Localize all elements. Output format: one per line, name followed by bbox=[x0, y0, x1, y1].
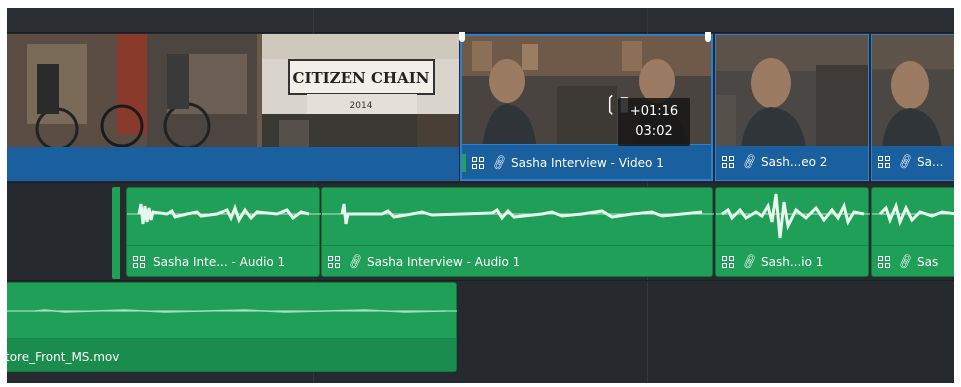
trim-handle-right[interactable] bbox=[705, 32, 711, 42]
link-icon: 🔗︎ bbox=[739, 152, 760, 171]
multicam-icon bbox=[472, 156, 485, 170]
link-icon: 🔗︎ bbox=[345, 252, 366, 271]
track-separator bbox=[7, 280, 954, 281]
clip-label-bar bbox=[7, 147, 459, 181]
multicam-icon bbox=[878, 255, 891, 269]
audio-clip-sasha-1a[interactable]: Sasha Inte... - Audio 1 bbox=[126, 187, 321, 277]
clip-label: Sasha Interview - Audio 1 bbox=[367, 255, 521, 269]
timeline-panel[interactable]: CITIZEN CHAIN 2014 🔗︎ Sasha Interview - … bbox=[0, 0, 961, 387]
audio-clip-store-front[interactable]: tore_Front_MS.mov bbox=[7, 282, 457, 372]
clip-label-bar: 🔗︎ Sasha Interview - Video 1 bbox=[462, 144, 711, 179]
frame-left bbox=[0, 0, 7, 387]
clip-thumbnails bbox=[872, 35, 954, 148]
timeline-background: CITIZEN CHAIN 2014 🔗︎ Sasha Interview - … bbox=[7, 8, 954, 383]
audio-waveform bbox=[716, 193, 870, 239]
audio-waveform bbox=[322, 203, 714, 225]
clip-label: tore_Front_MS.mov bbox=[7, 350, 120, 364]
frame-top bbox=[0, 0, 961, 8]
trim-tooltip: +01:16 03:02 bbox=[618, 98, 690, 146]
multicam-icon bbox=[328, 255, 341, 269]
link-icon: 🔗︎ bbox=[739, 252, 760, 271]
video-clip-sasha-interview-2[interactable]: 🔗︎ Sash...eo 2 bbox=[715, 34, 869, 181]
clip-label-bar: 🔗︎ Sash...io 1 bbox=[716, 245, 868, 276]
audio-waveform bbox=[7, 309, 457, 313]
audio-waveform bbox=[872, 201, 954, 227]
thumbnail-sign-text: CITIZEN CHAIN bbox=[293, 69, 430, 87]
video-clip-citizen-chain[interactable]: CITIZEN CHAIN 2014 bbox=[7, 34, 459, 181]
audio-waveform bbox=[127, 203, 321, 225]
trim-handle-left[interactable] bbox=[459, 32, 465, 42]
track-separator bbox=[7, 182, 954, 183]
clip-label: Sasha Interview - Video 1 bbox=[511, 156, 664, 170]
audio-link-indicator bbox=[462, 154, 466, 172]
clip-label-bar: 🔗︎ Sa... bbox=[872, 146, 954, 180]
clip-label-bar: 🔗︎ Sash...eo 2 bbox=[716, 146, 868, 180]
frame-bottom bbox=[0, 383, 961, 387]
multicam-icon bbox=[722, 155, 735, 169]
clip-label: Sash...io 1 bbox=[761, 255, 824, 269]
clip-label: Sash...eo 2 bbox=[761, 155, 828, 169]
multicam-icon bbox=[133, 255, 146, 269]
clip-thumbnail-image: CITIZEN CHAIN 2014 bbox=[7, 34, 459, 147]
audio-clip-sasha-3[interactable]: 🔗︎ Sas bbox=[871, 187, 954, 277]
multicam-icon bbox=[722, 255, 735, 269]
link-icon: 🔗︎ bbox=[895, 252, 916, 271]
clip-label: Sasha Inte... - Audio 1 bbox=[153, 255, 286, 269]
multicam-icon bbox=[878, 155, 891, 169]
link-icon: 🔗︎ bbox=[895, 152, 916, 171]
clip-label-bar: 🔗︎ Sas bbox=[872, 245, 954, 276]
link-icon: 🔗︎ bbox=[489, 153, 510, 172]
clip-label-bar: tore_Front_MS.mov bbox=[7, 338, 456, 371]
audio-clip-sasha-2[interactable]: 🔗︎ Sash...io 1 bbox=[715, 187, 870, 277]
clip-label: Sas bbox=[917, 255, 939, 269]
video-clip-sasha-interview-3[interactable]: 🔗︎ Sa... bbox=[871, 34, 954, 181]
clip-label: Sa... bbox=[917, 155, 944, 169]
tooltip-duration: 03:02 bbox=[635, 124, 673, 139]
tooltip-offset: +01:16 bbox=[629, 104, 679, 119]
thumbnail-year-text: 2014 bbox=[350, 101, 373, 111]
timeline-ruler[interactable] bbox=[7, 8, 954, 33]
clip-label-bar: 🔗︎ Sasha Interview - Audio 1 bbox=[322, 245, 712, 276]
frame-right bbox=[954, 0, 961, 387]
clip-thumbnails: CITIZEN CHAIN 2014 bbox=[7, 34, 459, 147]
audio-clip-sasha-1b[interactable]: 🔗︎ Sasha Interview - Audio 1 bbox=[321, 187, 714, 277]
clip-thumbnails bbox=[716, 35, 868, 148]
audio-clip-edge bbox=[112, 187, 120, 279]
clip-thumbnail-image bbox=[872, 35, 954, 148]
clip-thumbnail-image bbox=[716, 35, 868, 148]
clip-label-bar: Sasha Inte... - Audio 1 bbox=[127, 245, 319, 276]
